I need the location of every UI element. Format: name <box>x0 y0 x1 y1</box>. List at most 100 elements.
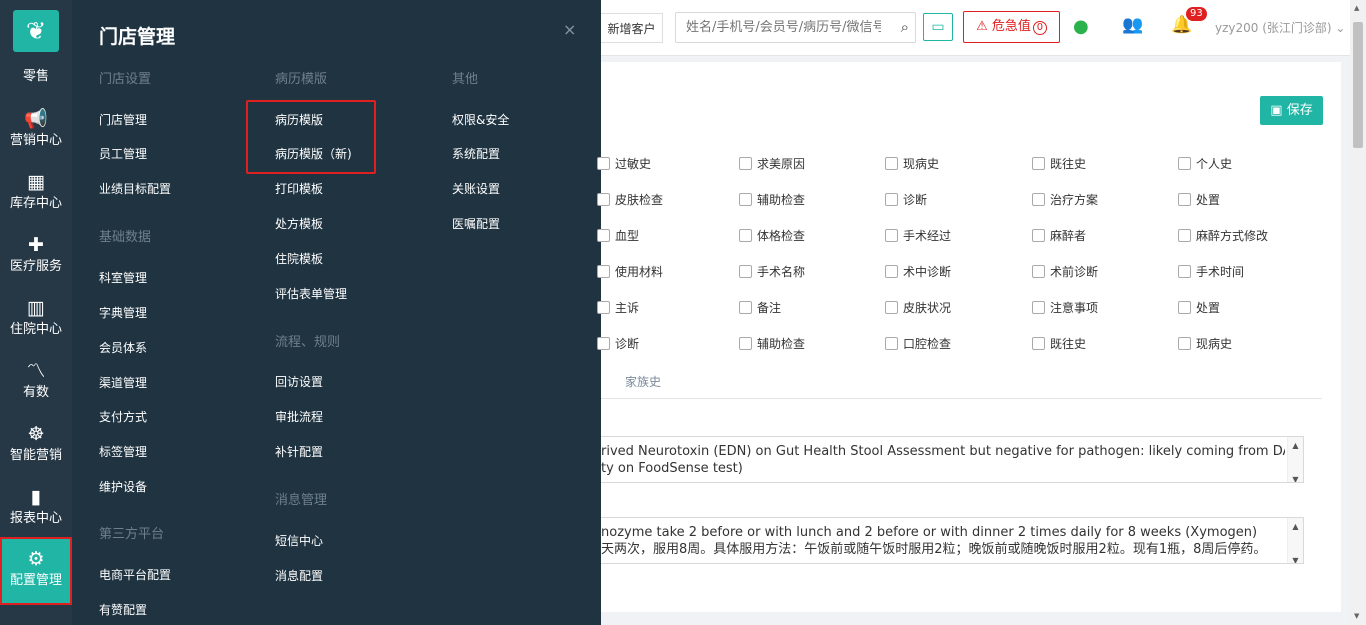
menu-item[interactable]: 医嘱配置 <box>452 215 500 232</box>
textarea-scrollbar[interactable]: ▲ ▼ <box>1287 518 1303 563</box>
menu-item[interactable]: 权限&安全 <box>452 111 509 128</box>
field-checkbox[interactable]: 注意事项 <box>1032 299 1098 316</box>
checkbox-box[interactable] <box>739 193 752 206</box>
sidebar-item-retail[interactable]: 零售 <box>0 68 72 92</box>
search-input[interactable] <box>676 13 881 42</box>
checkbox-box[interactable] <box>1178 265 1191 278</box>
save-button[interactable]: ▣ 保存 <box>1260 96 1323 125</box>
menu-item[interactable]: 审批流程 <box>275 408 323 425</box>
scroll-thumb[interactable] <box>1353 22 1363 148</box>
search-icon[interactable]: ⌕ <box>901 18 909 36</box>
app-logo[interactable]: ❦ <box>13 10 59 52</box>
checkbox-box[interactable] <box>885 265 898 278</box>
field-checkbox[interactable]: 主诉 <box>597 299 639 316</box>
field-checkbox[interactable]: 术中诊断 <box>885 263 951 280</box>
field-checkbox[interactable]: 备注 <box>739 299 781 316</box>
field-checkbox[interactable]: 既往史 <box>1032 335 1086 352</box>
checkbox-box[interactable] <box>597 229 610 242</box>
field-checkbox[interactable]: 现病史 <box>1178 335 1232 352</box>
field-checkbox[interactable]: 使用材料 <box>597 263 663 280</box>
menu-item[interactable]: 关账设置 <box>452 180 500 197</box>
checkbox-box[interactable] <box>597 337 610 350</box>
sidebar-item-medical[interactable]: ✚ 医疗服务 <box>0 232 72 292</box>
checkbox-box[interactable] <box>885 229 898 242</box>
checkbox-box[interactable] <box>739 265 752 278</box>
field-checkbox[interactable]: 既往史 <box>1032 155 1086 172</box>
checkbox-box[interactable] <box>885 337 898 350</box>
checkbox-box[interactable] <box>1032 157 1045 170</box>
field-checkbox[interactable]: 术前诊断 <box>1032 263 1098 280</box>
add-customer-button[interactable]: 新增客户 <box>601 13 663 43</box>
field-checkbox[interactable]: 治疗方案 <box>1032 191 1098 208</box>
menu-item[interactable]: 电商平台配置 <box>99 566 171 583</box>
checkbox-box[interactable] <box>1032 193 1045 206</box>
wechat-icon[interactable]: ● <box>1073 16 1089 37</box>
scroll-up-icon[interactable]: ▲ <box>1354 4 1359 12</box>
menu-item[interactable]: 员工管理 <box>99 145 147 162</box>
checkbox-box[interactable] <box>1032 337 1045 350</box>
field-checkbox[interactable]: 求美原因 <box>739 155 805 172</box>
id-card-icon[interactable]: ▭ <box>923 13 953 41</box>
menu-item[interactable]: 回访设置 <box>275 373 323 390</box>
field-checkbox[interactable]: 皮肤状况 <box>885 299 951 316</box>
team-icon[interactable]: 👥 <box>1122 15 1143 35</box>
checkbox-box[interactable] <box>1178 229 1191 242</box>
field-checkbox[interactable]: 处置 <box>1178 191 1220 208</box>
field-checkbox[interactable]: 手术经过 <box>885 227 951 244</box>
field-checkbox[interactable]: 麻醉者 <box>1032 227 1086 244</box>
checkbox-box[interactable] <box>1178 337 1191 350</box>
menu-item[interactable]: 系统配置 <box>452 145 500 162</box>
user-menu[interactable]: yzy200 (张江门诊部) ⌄ <box>1215 19 1345 36</box>
critical-value-button[interactable]: ⚠ 危急值 0 <box>963 11 1060 43</box>
menu-item[interactable]: 消息配置 <box>275 567 323 584</box>
checkbox-box[interactable] <box>597 265 610 278</box>
sidebar-item-config[interactable]: ⚙ 配置管理 <box>0 537 72 605</box>
textarea-scrollbar[interactable]: ▲ ▼ <box>1287 437 1303 482</box>
menu-item[interactable]: 补针配置 <box>275 443 323 460</box>
checkbox-box[interactable] <box>1032 229 1045 242</box>
sidebar-item-marketing[interactable]: 📢 营销中心 <box>0 106 72 166</box>
checkbox-box[interactable] <box>739 337 752 350</box>
checkbox-box[interactable] <box>1178 157 1191 170</box>
menu-item[interactable]: 短信中心 <box>275 532 323 549</box>
menu-item[interactable]: 门店管理 <box>99 111 147 128</box>
checkbox-box[interactable] <box>885 193 898 206</box>
field-checkbox[interactable]: 个人史 <box>1178 155 1232 172</box>
text-area-2[interactable]: nozyme take 2 before or with lunch and 2… <box>601 517 1304 564</box>
menu-item[interactable]: 标签管理 <box>99 443 147 460</box>
menu-item[interactable]: 打印模板 <box>275 180 323 197</box>
checkbox-box[interactable] <box>1178 301 1191 314</box>
checkbox-box[interactable] <box>739 301 752 314</box>
field-checkbox[interactable]: 皮肤检查 <box>597 191 663 208</box>
field-checkbox[interactable]: 处置 <box>1178 299 1220 316</box>
checkbox-box[interactable] <box>1178 193 1191 206</box>
sidebar-item-inventory[interactable]: ▦ 库存中心 <box>0 169 72 229</box>
sidebar-item-reports[interactable]: ▮ 报表中心 <box>0 484 72 544</box>
close-icon[interactable]: × <box>563 20 576 39</box>
menu-item[interactable]: 处方模板 <box>275 215 323 232</box>
scroll-down-icon[interactable]: ▼ <box>1354 612 1359 620</box>
sidebar-item-inpatient[interactable]: ▥ 住院中心 <box>0 295 72 355</box>
sidebar-item-smart-marketing[interactable]: ☸ 智能营销 <box>0 421 72 481</box>
field-checkbox[interactable]: 过敏史 <box>597 155 651 172</box>
sidebar-item-analytics[interactable]: 〽 有数 <box>0 358 72 418</box>
checkbox-box[interactable] <box>739 157 752 170</box>
field-checkbox[interactable]: 诊断 <box>885 191 927 208</box>
menu-item[interactable]: 支付方式 <box>99 408 147 425</box>
field-checkbox[interactable]: 诊断 <box>597 335 639 352</box>
field-checkbox[interactable]: 麻醉方式修改 <box>1178 227 1268 244</box>
field-checkbox[interactable]: 辅助检查 <box>739 335 805 352</box>
menu-item[interactable]: 维护设备 <box>99 478 147 495</box>
menu-item[interactable]: 住院模板 <box>275 250 323 267</box>
field-checkbox[interactable]: 辅助检查 <box>739 191 805 208</box>
field-checkbox[interactable]: 手术时间 <box>1178 263 1244 280</box>
menu-item[interactable]: 字典管理 <box>99 304 147 321</box>
field-checkbox[interactable]: 体格检查 <box>739 227 805 244</box>
menu-item[interactable]: 有赞配置 <box>99 601 147 618</box>
field-checkbox[interactable]: 现病史 <box>885 155 939 172</box>
field-checkbox[interactable]: 血型 <box>597 227 639 244</box>
menu-item[interactable]: 科室管理 <box>99 269 147 286</box>
field-checkbox[interactable]: 手术名称 <box>739 263 805 280</box>
menu-item[interactable]: 评估表单管理 <box>275 285 347 302</box>
text-area-1[interactable]: rived Neurotoxin (EDN) on Gut Health Sto… <box>601 436 1304 483</box>
